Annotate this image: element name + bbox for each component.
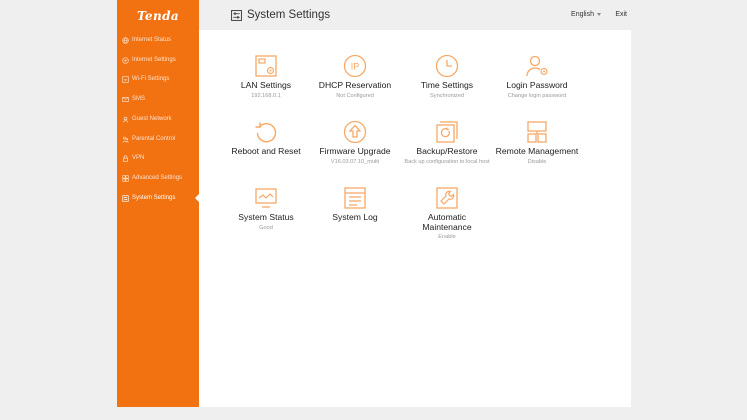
tile-backup-restore[interactable]: Backup/Restore Back up configuration to …	[404, 120, 490, 167]
sidebar: Tenda Internet Status Internet Settings …	[117, 0, 200, 407]
tile-sub: 192.168.0.1	[251, 92, 281, 99]
log-icon	[343, 186, 367, 210]
tile-sub: V16.03.07.10_multi	[330, 158, 380, 165]
sidebar-item-wifi-settings[interactable]: Wi-Fi Settings	[122, 72, 198, 86]
tile-login-password[interactable]: Login Password Change login password	[494, 54, 580, 101]
sidebar-item-label: Parental Control	[132, 136, 176, 142]
sidebar-item-label: Guest Network	[132, 116, 172, 122]
tile-label: DHCP Reservation	[318, 80, 392, 90]
sidebar-item-label: VPN	[132, 155, 145, 161]
parental-icon	[122, 136, 129, 143]
vpn-icon	[122, 154, 129, 162]
sidebar-item-label: SMS	[132, 96, 146, 102]
settings-sliders-icon	[231, 9, 242, 21]
tile-sub: Not Configured	[336, 92, 374, 99]
svg-text:IP: IP	[351, 62, 360, 72]
tile-lan-settings[interactable]: LAN Settings 192.168.0.1	[223, 54, 309, 101]
wrench-icon	[435, 186, 459, 210]
wifi-icon	[122, 75, 129, 83]
sidebar-item-guest-network[interactable]: Guest Network	[122, 112, 198, 126]
tile-label: LAN Settings	[240, 80, 292, 90]
sidebar-item-system-settings[interactable]: System Settings	[122, 191, 198, 205]
tile-sub: Disable	[527, 158, 547, 165]
page-title: System Settings	[247, 9, 331, 21]
sidebar-item-internet-settings[interactable]: Internet Settings	[122, 53, 198, 67]
tile-label: Automatic Maintenance	[422, 212, 472, 232]
tile-label: Backup/Restore	[416, 146, 478, 156]
tile-automatic-maintenance[interactable]: Automatic Maintenance Enable	[404, 186, 490, 242]
clock-icon	[435, 54, 459, 78]
tile-time-settings[interactable]: Time Settings Synchronized	[404, 54, 490, 101]
tile-sub: Back up configuration to local host	[404, 158, 490, 165]
sidebar-item-label: Internet Settings	[132, 57, 176, 63]
tile-sub: Enable	[438, 234, 456, 240]
sidebar-item-label: Advanced Settings	[132, 175, 183, 181]
remote-icon	[525, 120, 549, 144]
header: System Settings English Exit	[199, 0, 631, 30]
tile-label: Time Settings	[420, 80, 474, 90]
language-label: English	[571, 11, 594, 18]
exit-link[interactable]: Exit	[615, 11, 627, 18]
tile-label: Reboot and Reset	[231, 146, 301, 156]
tenda-logo: Tenda	[136, 9, 180, 23]
guest-icon	[122, 116, 129, 123]
sidebar-item-internet-status[interactable]: Internet Status	[122, 33, 198, 47]
tile-remote-management[interactable]: Remote Management Disable	[494, 120, 580, 167]
tile-firmware-upgrade[interactable]: Firmware Upgrade V16.03.07.10_multi	[312, 120, 398, 167]
ip-icon: IP	[343, 54, 367, 78]
tile-dhcp-reservation[interactable]: IP DHCP Reservation Not Configured	[312, 54, 398, 101]
sidebar-item-sms[interactable]: SMS	[122, 92, 198, 106]
globe-settings-icon	[122, 56, 129, 64]
tile-label: Remote Management	[495, 146, 579, 156]
system-settings-icon	[122, 194, 129, 202]
tile-system-log[interactable]: System Log	[312, 186, 398, 224]
lan-icon	[254, 54, 278, 78]
tile-label: Login Password	[506, 80, 568, 90]
tile-sub: Change login password	[507, 92, 567, 99]
main-content: LAN Settings 192.168.0.1 IP DHCP Reserva…	[199, 30, 631, 407]
tile-label: System Log	[332, 212, 378, 222]
chevron-down-icon	[597, 13, 601, 16]
user-lock-icon	[525, 54, 549, 78]
tile-reboot-and-reset[interactable]: Reboot and Reset	[223, 120, 309, 158]
tile-label: Firmware Upgrade	[319, 146, 391, 156]
tile-sub: Good	[259, 224, 273, 231]
sms-icon	[122, 96, 129, 103]
upgrade-icon	[343, 120, 367, 144]
backup-icon	[435, 120, 459, 144]
tile-label: System Status	[238, 212, 294, 222]
tile-system-status[interactable]: System Status Good	[223, 186, 309, 233]
advanced-icon	[122, 174, 129, 182]
globe-icon	[122, 36, 129, 44]
sidebar-item-vpn[interactable]: VPN	[122, 151, 198, 165]
reboot-icon	[254, 120, 278, 144]
sidebar-item-parental-control[interactable]: Parental Control	[122, 132, 198, 146]
sidebar-item-label: System Settings	[132, 195, 176, 201]
sidebar-item-label: Wi-Fi Settings	[132, 76, 170, 82]
sidebar-item-label: Internet Status	[132, 37, 172, 43]
tile-sub: Synchronized	[430, 92, 464, 99]
sidebar-item-advanced-settings[interactable]: Advanced Settings	[122, 171, 198, 185]
monitor-icon	[254, 186, 278, 210]
language-select[interactable]: English	[571, 11, 601, 18]
